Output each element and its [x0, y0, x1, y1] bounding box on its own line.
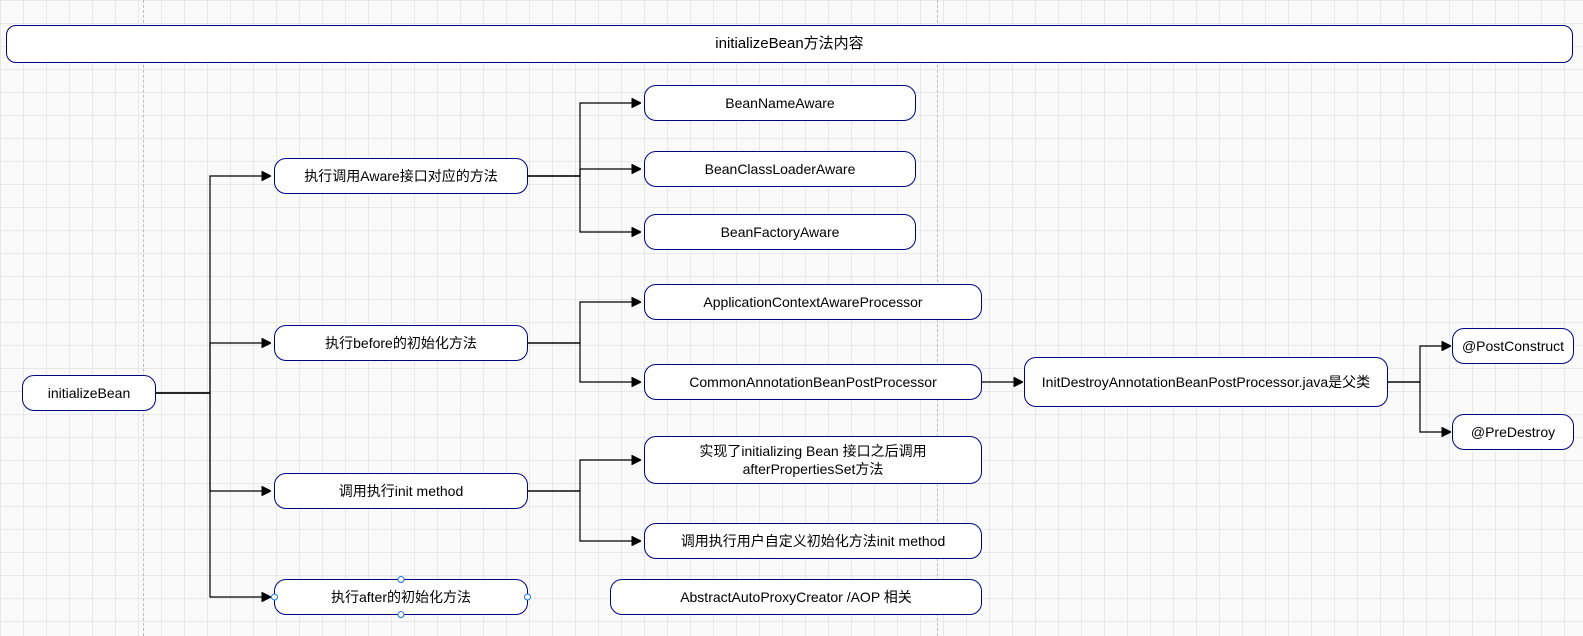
selection-handle[interactable]	[398, 576, 405, 583]
node-label: initializeBean	[48, 384, 131, 402]
selection-handle[interactable]	[524, 594, 531, 601]
node-init-destroy-processor[interactable]: InitDestroyAnnotationBeanPostProcessor.j…	[1024, 357, 1388, 407]
node-post-construct[interactable]: @PostConstruct	[1452, 328, 1574, 364]
node-label: @PreDestroy	[1471, 423, 1555, 441]
node-after-properties-set[interactable]: 实现了initializing Bean 接口之后调用afterProperti…	[644, 436, 982, 484]
node-label: 调用执行init method	[339, 482, 463, 500]
node-label: 执行before的初始化方法	[325, 334, 477, 352]
node-pre-destroy[interactable]: @PreDestroy	[1452, 414, 1574, 450]
node-label: AbstractAutoProxyCreator /AOP 相关	[680, 588, 912, 606]
node-label: 调用执行用户自定义初始化方法init method	[681, 532, 945, 550]
selection-handle[interactable]	[398, 611, 405, 618]
node-after[interactable]: 执行after的初始化方法	[274, 579, 528, 615]
node-label: ApplicationContextAwareProcessor	[703, 293, 922, 311]
node-custom-init[interactable]: 调用执行用户自定义初始化方法init method	[644, 523, 982, 559]
page-break-line	[143, 0, 144, 636]
node-label: 执行after的初始化方法	[331, 588, 471, 606]
node-aware[interactable]: 执行调用Aware接口对应的方法	[274, 158, 528, 194]
node-bean-factory-aware[interactable]: BeanFactoryAware	[644, 214, 916, 250]
node-label: 实现了initializing Bean 接口之后调用afterProperti…	[655, 442, 971, 478]
node-label: InitDestroyAnnotationBeanPostProcessor.j…	[1042, 373, 1370, 391]
node-label: CommonAnnotationBeanPostProcessor	[689, 373, 936, 391]
node-label: BeanClassLoaderAware	[705, 160, 856, 178]
node-root[interactable]: initializeBean	[22, 375, 156, 411]
node-label: BeanNameAware	[725, 94, 834, 112]
selection-handle[interactable]	[271, 594, 278, 601]
node-before[interactable]: 执行before的初始化方法	[274, 325, 528, 361]
node-aop-related[interactable]: AbstractAutoProxyCreator /AOP 相关	[610, 579, 982, 615]
node-label: BeanFactoryAware	[721, 223, 840, 241]
node-bean-classloader-aware[interactable]: BeanClassLoaderAware	[644, 151, 916, 187]
node-init[interactable]: 调用执行init method	[274, 473, 528, 509]
title-label: initializeBean方法内容	[715, 34, 863, 54]
diagram-title[interactable]: initializeBean方法内容	[6, 25, 1573, 63]
node-bean-name-aware[interactable]: BeanNameAware	[644, 85, 916, 121]
node-app-context-aware-processor[interactable]: ApplicationContextAwareProcessor	[644, 284, 982, 320]
node-label: @PostConstruct	[1462, 337, 1564, 355]
node-common-annotation-processor[interactable]: CommonAnnotationBeanPostProcessor	[644, 364, 982, 400]
node-label: 执行调用Aware接口对应的方法	[304, 167, 497, 185]
